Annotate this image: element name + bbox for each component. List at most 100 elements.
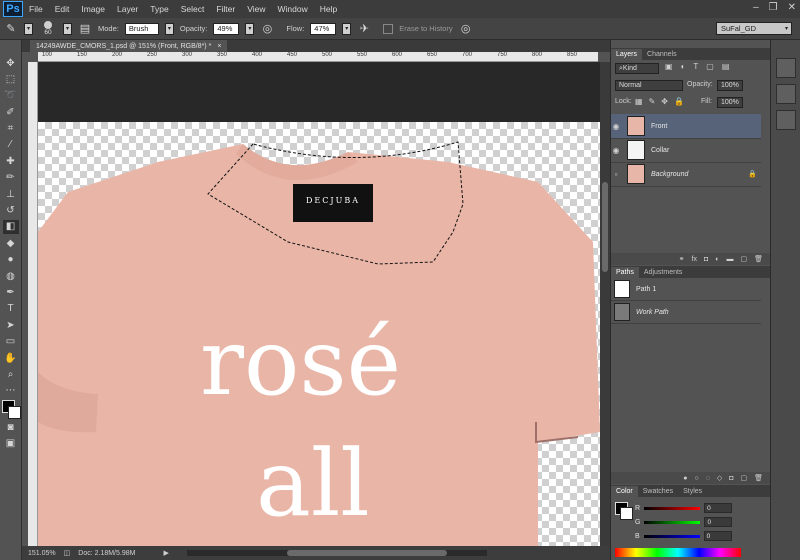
delete-layer-icon[interactable]: 🗑 [754,255,763,263]
visibility-eye-icon[interactable]: ◉ [611,122,621,131]
menu-file[interactable]: File [23,4,49,14]
airbrush-icon[interactable]: ✈ [357,22,371,36]
blue-slider[interactable]: B 0 [635,531,732,541]
layer-row-front[interactable]: ◉ Front [611,114,761,139]
pressure-size-icon[interactable]: ◎ [459,22,473,36]
scrollbar-thumb[interactable] [602,182,608,272]
lock-position-icon[interactable]: ✥ [661,97,668,106]
layer-mask-icon[interactable]: ◘ [704,256,708,263]
clone-stamp-tool-icon[interactable]: ⊥ [3,187,19,201]
brush-tool-icon[interactable]: ✏ [3,171,19,185]
menu-layer[interactable]: Layer [111,4,144,14]
adjustment-layer-icon[interactable]: ◐ [715,256,719,263]
lasso-tool-icon[interactable]: ➰ [3,89,19,103]
add-mask-icon[interactable]: ◘ [729,475,733,482]
canvas-area[interactable]: DECJUBA rosé all [38,62,600,546]
color-spectrum-ramp[interactable] [615,548,741,557]
properties-panel-icon[interactable] [775,84,796,104]
minimize-button[interactable]: – [753,2,759,13]
healing-brush-tool-icon[interactable]: ✚ [3,154,19,168]
load-selection-icon[interactable]: ◌ [706,475,710,482]
preset-dropdown-icon[interactable]: ▾ [24,22,33,35]
tab-channels[interactable]: Channels [642,49,682,60]
document-canvas[interactable]: DECJUBA rosé all [38,122,600,546]
rectangle-tool-icon[interactable]: ▭ [3,335,19,349]
restore-button[interactable]: ❐ [769,2,778,13]
move-tool-icon[interactable]: ✥ [3,56,19,70]
history-brush-tool-icon[interactable]: ↺ [3,204,19,218]
menu-select[interactable]: Select [175,4,211,14]
delete-path-icon[interactable]: 🗑 [754,474,763,482]
new-path-icon[interactable]: ▢ [740,474,747,482]
zoom-tool-icon[interactable]: ⌕ [3,367,19,381]
screen-mode-icon[interactable]: ▣ [3,437,19,451]
status-menu-arrow-icon[interactable]: ▶ [163,549,168,557]
flow-dropdown-icon[interactable]: ▾ [342,22,352,35]
visibility-off-box[interactable]: ▫ [611,170,621,179]
new-group-icon[interactable]: ▬ [726,256,733,263]
lock-transparent-icon[interactable]: ▦ [635,97,643,106]
mode-select[interactable]: Brush [124,22,159,35]
slider-track[interactable] [644,520,701,524]
export-icon[interactable]: ◫ [64,549,71,557]
layer-filter-select[interactable]: ⌕ Kind [615,63,659,74]
menu-edit[interactable]: Edit [49,4,76,14]
dodge-tool-icon[interactable]: ◍ [3,269,19,283]
blur-tool-icon[interactable]: ● [3,253,19,267]
slider-track[interactable] [643,534,700,538]
document-close-icon[interactable]: × [217,43,221,50]
eraser-tool-preset-icon[interactable]: ✎ [4,22,18,36]
pressure-opacity-icon[interactable]: ◎ [260,22,274,36]
menu-help[interactable]: Help [314,4,343,14]
horizontal-scrollbar[interactable] [186,550,487,556]
horizontal-scrollbar-thumb[interactable] [286,550,447,556]
more-tools-icon[interactable]: ⋯ [3,384,19,398]
zoom-level[interactable]: 151.05% [28,550,56,557]
marquee-tool-icon[interactable]: ⬚ [3,72,19,86]
paint-bucket-tool-icon[interactable]: ◆ [3,236,19,250]
fill-input[interactable]: 100% [717,97,743,108]
color-swatches[interactable] [1,400,21,420]
eyedropper-tool-icon[interactable]: ⁄ [3,138,19,152]
canvas-vertical-scrollbar[interactable] [600,62,610,546]
opacity-input[interactable]: 49% [213,22,240,35]
pixel-filter-icon[interactable]: ▣ [665,62,673,71]
layer-opacity-input[interactable]: 100% [717,80,743,91]
tab-adjustments[interactable]: Adjustments [639,267,688,278]
layer-style-icon[interactable]: fx [692,256,697,263]
visibility-eye-icon[interactable]: ◉ [611,146,621,155]
adjustment-filter-icon[interactable]: ◐ [681,62,686,71]
stroke-path-icon[interactable]: ○ [694,475,698,482]
quick-mask-icon[interactable]: ◙ [3,421,19,435]
workspace-select[interactable]: SuFal_GD ▾ [716,22,792,35]
erase-to-history-checkbox[interactable] [383,23,394,34]
menu-window[interactable]: Window [271,4,313,14]
link-layers-icon[interactable]: ⚭ [679,255,685,263]
hand-tool-icon[interactable]: ✋ [3,351,19,365]
channel-value[interactable]: 0 [703,531,732,541]
opacity-dropdown-icon[interactable]: ▾ [245,22,255,35]
layer-row-collar[interactable]: ◉ Collar [611,138,761,163]
red-slider[interactable]: R 0 [635,503,733,513]
type-filter-icon[interactable]: T [693,62,698,71]
brush-size-picker[interactable]: 60 [39,21,57,36]
lock-pixels-icon[interactable]: ✎ [649,97,656,106]
flow-input[interactable]: 47% [310,22,337,35]
menu-image[interactable]: Image [75,4,111,14]
background-color[interactable] [7,406,21,420]
tab-layers[interactable]: Layers [611,49,643,60]
tab-color[interactable]: Color [611,486,638,497]
tab-paths[interactable]: Paths [611,267,639,278]
history-panel-icon[interactable] [775,58,796,78]
tab-swatches[interactable]: Swatches [638,486,678,497]
mode-dropdown-icon[interactable]: ▾ [164,22,174,35]
quick-select-tool-icon[interactable]: ✐ [3,105,19,119]
layer-row-background[interactable]: ▫ Background 🔒 [611,162,761,187]
lock-all-icon[interactable]: 🔒 [674,97,684,106]
green-slider[interactable]: G 0 [635,517,733,527]
fill-path-icon[interactable]: ● [683,475,687,482]
brush-size-dropdown-icon[interactable]: ▾ [63,22,72,35]
path-row-work-path[interactable]: Work Path [611,301,761,324]
blend-mode-select[interactable]: Normal [615,80,683,91]
type-tool-icon[interactable]: T [3,302,19,316]
